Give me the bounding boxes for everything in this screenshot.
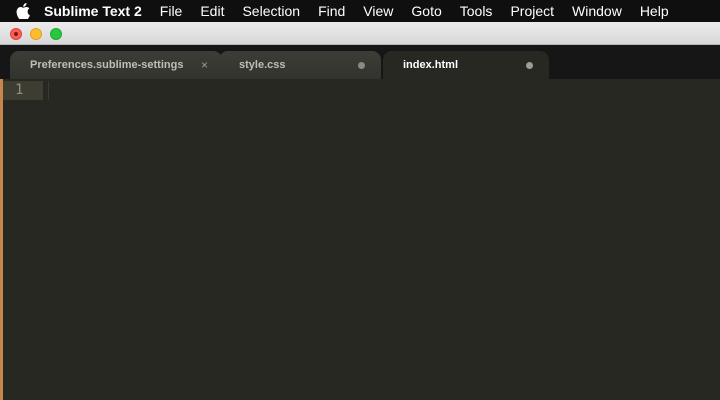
close-window-button[interactable]	[10, 28, 22, 40]
unsaved-dot-icon[interactable]	[526, 62, 533, 69]
menu-view[interactable]: View	[363, 3, 393, 19]
unsaved-dot-icon[interactable]	[358, 62, 365, 69]
menu-help[interactable]: Help	[640, 3, 669, 19]
minimize-window-button[interactable]	[30, 28, 42, 40]
text-cursor	[48, 81, 49, 100]
menu-project[interactable]: Project	[510, 3, 554, 19]
apple-icon[interactable]	[12, 0, 34, 22]
tab-label: index.html	[403, 59, 459, 71]
menu-edit[interactable]: Edit	[200, 3, 224, 19]
menu-goto[interactable]: Goto	[411, 3, 441, 19]
close-tab-icon[interactable]: ×	[201, 58, 208, 72]
line-gutter: 1	[3, 79, 43, 400]
menu-selection[interactable]: Selection	[242, 3, 300, 19]
menu-file[interactable]: File	[160, 3, 183, 19]
tab-bar: Preferences.sublime-settings × style.css…	[0, 45, 720, 79]
tab-style-css[interactable]: style.css	[219, 51, 381, 79]
window-titlebar[interactable]	[0, 22, 720, 45]
menu-tools[interactable]: Tools	[460, 3, 493, 19]
zoom-window-button[interactable]	[50, 28, 62, 40]
app-name-menu[interactable]: Sublime Text 2	[44, 3, 142, 19]
tab-label: style.css	[239, 59, 286, 71]
menu-window[interactable]: Window	[572, 3, 622, 19]
menu-find[interactable]: Find	[318, 3, 345, 19]
tab-index-html[interactable]: index.html	[383, 51, 549, 79]
tab-label: Preferences.sublime-settings	[30, 59, 184, 71]
line-number: 1	[15, 82, 24, 98]
tab-preferences[interactable]: Preferences.sublime-settings ×	[10, 51, 222, 79]
menu-bar: Sublime Text 2 File Edit Selection Find …	[0, 0, 720, 22]
editor-area[interactable]: 1	[0, 79, 720, 400]
